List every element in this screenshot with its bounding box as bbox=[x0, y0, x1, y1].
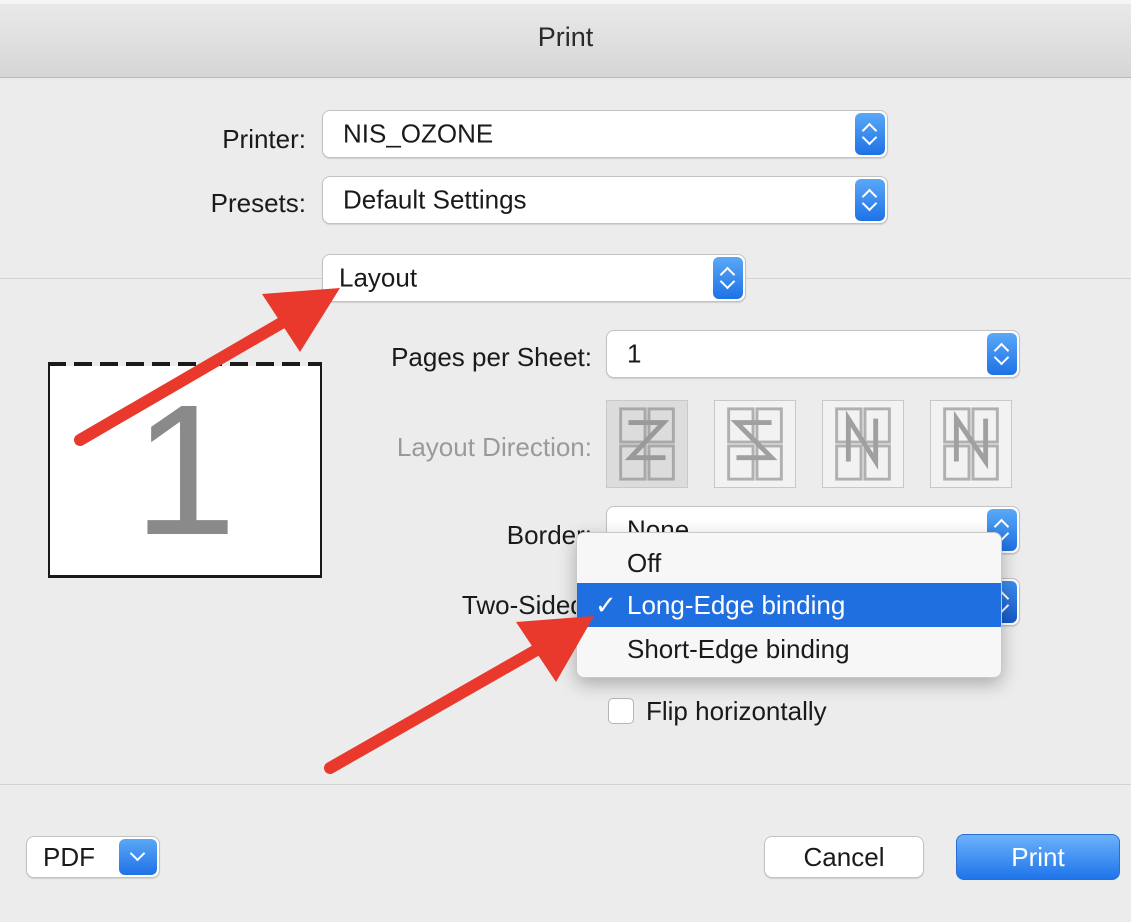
menu-item-label: Off bbox=[627, 548, 662, 578]
two-sided-menu: Off ✓ Long-Edge binding Short-Edge bindi… bbox=[576, 532, 1002, 678]
pdf-menu-button[interactable]: PDF bbox=[26, 836, 160, 878]
page-preview: 1 bbox=[48, 362, 322, 578]
menu-item-label: Long-Edge binding bbox=[627, 590, 846, 620]
printer-label: Printer: bbox=[222, 124, 306, 154]
title-bar: Print bbox=[0, 0, 1131, 78]
pages-per-sheet-popup[interactable]: 1 bbox=[606, 330, 1020, 378]
printer-value: NIS_OZONE bbox=[343, 118, 494, 149]
presets-label: Presets: bbox=[210, 188, 306, 218]
window-title: Print bbox=[537, 22, 594, 52]
menu-item-label: Short-Edge binding bbox=[627, 634, 850, 664]
two-sided-label: Two-Sided: bbox=[461, 590, 592, 620]
section-value: Layout bbox=[339, 262, 418, 293]
chevron-down-icon bbox=[119, 839, 157, 875]
popup-stepper-icon bbox=[855, 179, 885, 221]
print-button[interactable]: Print bbox=[956, 834, 1120, 880]
n-reverse-direction-icon[interactable] bbox=[822, 400, 904, 488]
presets-popup[interactable]: Default Settings bbox=[322, 176, 888, 224]
s-direction-icon[interactable] bbox=[714, 400, 796, 488]
section-popup[interactable]: Layout bbox=[322, 254, 746, 302]
pages-per-sheet-label: Pages per Sheet: bbox=[391, 342, 592, 372]
checkmark-icon: ✓ bbox=[595, 590, 617, 620]
cancel-button[interactable]: Cancel bbox=[764, 836, 924, 878]
presets-value: Default Settings bbox=[343, 184, 527, 215]
preview-page-number: 1 bbox=[133, 367, 237, 574]
printer-popup[interactable]: NIS_OZONE bbox=[322, 110, 888, 158]
pages-per-sheet-value: 1 bbox=[627, 338, 642, 369]
arrow-to-long-edge bbox=[324, 616, 594, 774]
border-label: Border: bbox=[506, 520, 592, 550]
n-direction-icon[interactable] bbox=[930, 400, 1012, 488]
menu-item-short-edge[interactable]: Short-Edge binding bbox=[577, 627, 1001, 671]
preview-dashed-edge bbox=[48, 362, 322, 366]
bottom-separator bbox=[0, 784, 1131, 785]
popup-stepper-icon bbox=[855, 113, 885, 155]
flip-horizontally-label: Flip horizontally bbox=[646, 696, 827, 726]
pdf-label: PDF bbox=[43, 842, 95, 872]
menu-item-off[interactable]: Off bbox=[577, 541, 1001, 585]
menu-item-long-edge[interactable]: ✓ Long-Edge binding bbox=[577, 583, 1001, 627]
z-direction-icon[interactable] bbox=[606, 400, 688, 488]
popup-stepper-icon bbox=[713, 257, 743, 299]
layout-direction-label: Layout Direction: bbox=[396, 432, 592, 462]
popup-stepper-icon bbox=[987, 333, 1017, 375]
flip-horizontally-checkbox[interactable] bbox=[608, 698, 634, 724]
